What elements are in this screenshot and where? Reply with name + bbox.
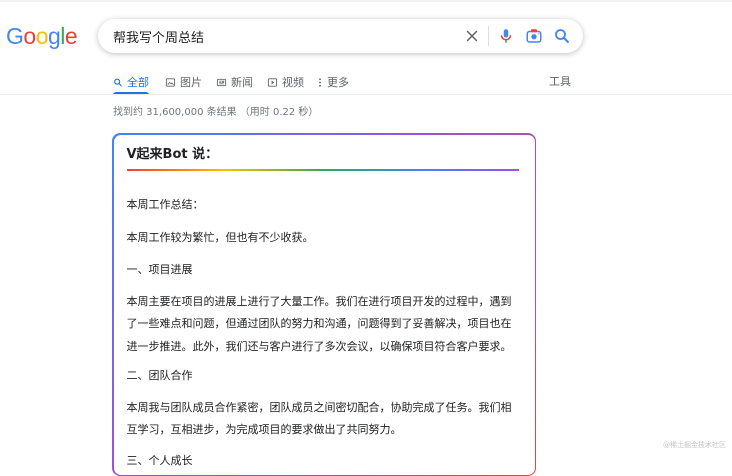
- tab-images[interactable]: 图片: [165, 70, 202, 94]
- paragraph: 本周工作总结：: [126, 197, 204, 211]
- header-divider: [0, 94, 732, 95]
- tab-all[interactable]: 全部: [113, 70, 149, 95]
- search-box[interactable]: 帮我写个周总结: [98, 19, 583, 53]
- section-heading: 一、项目进展: [126, 262, 193, 276]
- video-icon: [267, 77, 278, 87]
- search-input[interactable]: 帮我写个周总结: [113, 27, 204, 46]
- paragraph: 本周我与团队成员合作紧密，团队成员之间密切配合，协助完成了任务。我们相互学习，互…: [126, 400, 512, 437]
- search-icon: [114, 78, 122, 86]
- search-icon[interactable]: [553, 27, 571, 45]
- paragraph: 本周主要在项目的进展上进行了大量工作。我们在进行项目开发的过程中，遇到了一些难点…: [126, 294, 512, 353]
- tab-label: 更多: [327, 76, 349, 89]
- tools-button[interactable]: 工具: [549, 73, 571, 89]
- section-heading: 三、个人成长: [126, 453, 193, 467]
- more-dots-icon: [319, 77, 321, 87]
- tab-news[interactable]: 新闻: [216, 70, 253, 94]
- clear-icon[interactable]: [463, 27, 481, 45]
- tab-label: 全部: [127, 76, 149, 89]
- watermark: @稀土掘金技术社区: [663, 441, 726, 449]
- tab-videos[interactable]: 视频: [267, 70, 304, 94]
- image-icon: [165, 77, 176, 87]
- logo-letter: e: [64, 23, 78, 49]
- bot-answer-card: V起来Bot 说： 本周工作总结： 本周工作较为繁忙，但也有不少收获。 一、项目…: [112, 133, 536, 476]
- card-title: V起来Bot 说：: [126, 146, 219, 162]
- section-heading: 二、团队合作: [126, 368, 193, 382]
- rainbow-divider: [126, 168, 519, 171]
- logo-letter: g: [47, 23, 61, 49]
- card-body: V起来Bot 说： 本周工作总结： 本周工作较为繁忙，但也有不少收获。 一、项目…: [113, 134, 535, 475]
- microphone-icon[interactable]: [497, 27, 515, 45]
- tab-label: 图片: [180, 76, 202, 89]
- tab-label: 视频: [282, 76, 304, 89]
- top-border: [0, 0, 732, 2]
- google-logo[interactable]: Google: [6, 22, 78, 50]
- paragraph: 本周工作较为繁忙，但也有不少收获。: [126, 230, 314, 244]
- search-divider: [488, 26, 489, 46]
- camera-lens-icon[interactable]: [525, 27, 543, 45]
- tab-label: 新闻: [231, 76, 253, 89]
- result-stats: 找到约 31,600,000 条结果 （用时 0.22 秒）: [113, 107, 319, 118]
- news-icon: [216, 78, 227, 86]
- tab-more[interactable]: 更多: [317, 70, 349, 94]
- logo-letter: o: [35, 23, 49, 49]
- logo-letter: o: [23, 23, 36, 49]
- logo-letter: G: [6, 23, 24, 49]
